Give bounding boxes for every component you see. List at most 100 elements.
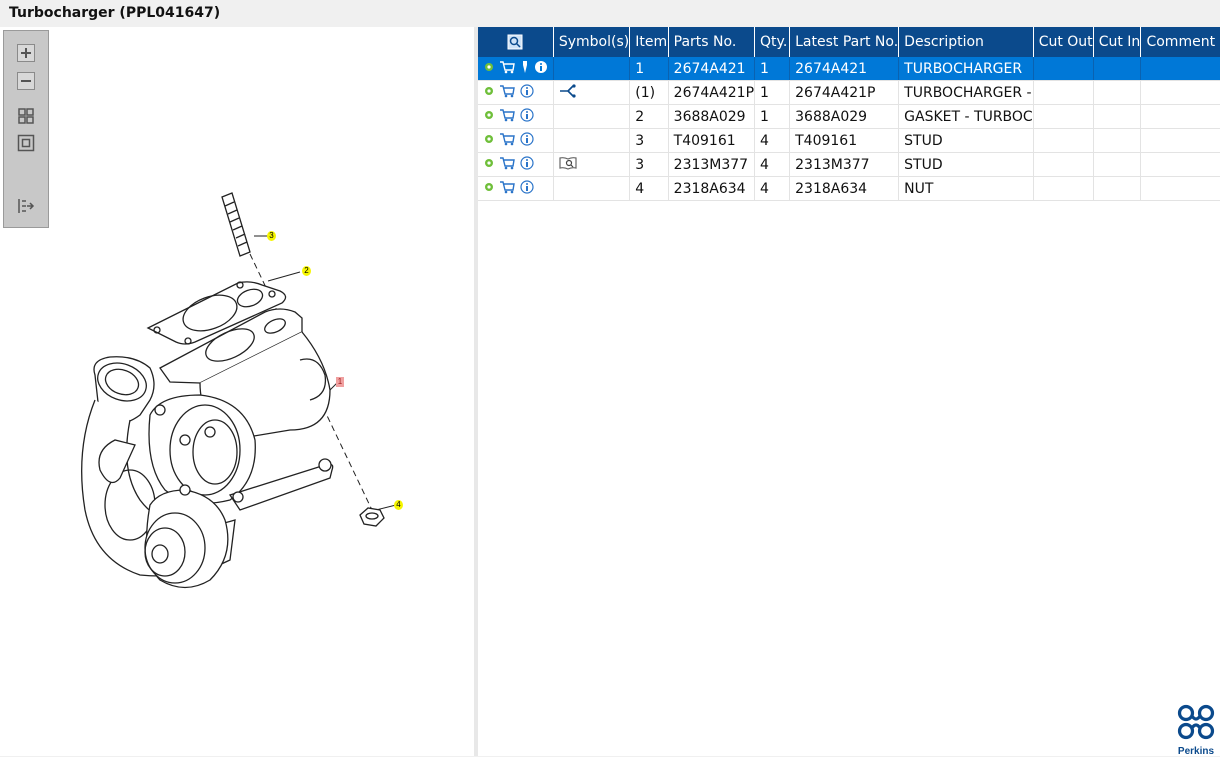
comment-cell xyxy=(1140,128,1220,153)
column-header-parts-no[interactable]: Parts No. xyxy=(668,27,756,57)
latest-part-cell: T409161 xyxy=(789,128,900,153)
perkins-wordmark: Perkins xyxy=(1177,746,1215,757)
cut-in-cell xyxy=(1093,152,1142,177)
symbol-cell xyxy=(553,152,631,177)
latest-part-cell: 2318A634 xyxy=(789,176,900,201)
comment-cell xyxy=(1140,104,1220,129)
symbol-cell xyxy=(553,176,631,201)
split-icon[interactable] xyxy=(559,83,577,102)
wrench-icon[interactable] xyxy=(520,60,530,78)
cut-out-cell xyxy=(1033,128,1094,153)
comment-cell xyxy=(1140,80,1220,105)
turbocharger-body xyxy=(81,308,334,589)
part-number-cell: 2674A421 xyxy=(668,57,756,81)
parts-table: Symbol(s) Item Parts No. Qty. Latest Par… xyxy=(478,27,1220,201)
symbol-cell xyxy=(553,80,631,105)
table-row[interactable]: 4 2318A634 4 2318A634 NUT xyxy=(478,176,1220,201)
perkins-logo: Perkins xyxy=(1176,704,1216,757)
info-icon[interactable] xyxy=(520,83,534,102)
info-icon[interactable] xyxy=(534,60,548,78)
part-number-cell: T409161 xyxy=(668,128,756,153)
info-icon[interactable] xyxy=(520,155,534,174)
perkins-logo-icon xyxy=(1177,704,1215,740)
latest-part-cell: 2674A421P xyxy=(789,80,900,105)
cart-icon[interactable] xyxy=(499,108,516,126)
row-actions xyxy=(478,57,554,81)
item-cell: 3 xyxy=(629,152,669,177)
description-cell: STUD xyxy=(898,128,1034,153)
cut-in-cell xyxy=(1093,57,1142,81)
cart-icon[interactable] xyxy=(499,84,516,102)
gear-icon[interactable] xyxy=(483,181,495,197)
cart-icon[interactable] xyxy=(499,156,516,174)
nut-part xyxy=(359,507,385,527)
cart-icon[interactable] xyxy=(499,180,516,198)
gear-icon[interactable] xyxy=(483,109,495,125)
turbocharger-exploded-diagram xyxy=(81,192,397,589)
callout-4[interactable]: 4 xyxy=(394,500,403,510)
latest-part-cell: 3688A029 xyxy=(789,104,900,129)
column-header-actions[interactable] xyxy=(478,27,554,57)
column-header-symbols[interactable]: Symbol(s) xyxy=(553,27,631,57)
gear-icon[interactable] xyxy=(483,157,495,173)
description-cell: TURBOCHARGER - xyxy=(898,80,1034,105)
qty-cell: 1 xyxy=(754,104,791,129)
part-number-cell: 2313M377 xyxy=(668,152,756,177)
part-number-cell: 2318A634 xyxy=(668,176,756,201)
column-header-description[interactable]: Description xyxy=(898,27,1034,57)
latest-part-cell: 2313M377 xyxy=(789,152,900,177)
description-cell: TURBOCHARGER xyxy=(898,57,1034,81)
book-search-icon[interactable] xyxy=(559,156,577,174)
symbol-cell xyxy=(553,128,631,153)
table-row[interactable]: 3 T409161 4 T409161 STUD xyxy=(478,128,1220,153)
table-row[interactable]: 2 3688A029 1 3688A029 GASKET - TURBOC xyxy=(478,104,1220,129)
callout-1[interactable]: 1 xyxy=(336,377,344,387)
table-row[interactable]: (1) 2674A421P 1 2674A421P TURBOCHARGER - xyxy=(478,80,1220,105)
column-header-qty[interactable]: Qty. xyxy=(754,27,791,57)
gear-icon[interactable] xyxy=(483,61,495,77)
table-row[interactable]: 1 2674A421 1 2674A421 TURBOCHARGER xyxy=(478,57,1220,81)
qty-cell: 1 xyxy=(754,57,791,81)
column-header-cut-out[interactable]: Cut Out xyxy=(1033,27,1094,57)
symbol-cell xyxy=(553,104,631,129)
part-number-cell: 3688A029 xyxy=(668,104,756,129)
comment-cell xyxy=(1140,57,1220,81)
table-header-row: Symbol(s) Item Parts No. Qty. Latest Par… xyxy=(478,27,1220,57)
row-actions xyxy=(478,80,554,105)
callout-3[interactable]: 3 xyxy=(267,231,276,241)
info-icon[interactable] xyxy=(520,131,534,150)
cart-icon[interactable] xyxy=(499,132,516,150)
gear-icon[interactable] xyxy=(483,133,495,149)
comment-cell xyxy=(1140,176,1220,201)
comment-cell xyxy=(1140,152,1220,177)
column-header-item[interactable]: Item xyxy=(629,27,669,57)
search-part-icon xyxy=(507,34,523,50)
column-header-cut-in[interactable]: Cut In xyxy=(1093,27,1142,57)
cart-icon[interactable] xyxy=(499,60,516,78)
callout-2[interactable]: 2 xyxy=(302,266,311,276)
qty-cell: 4 xyxy=(754,152,791,177)
diagram-pane[interactable]: 3 2 1 4 xyxy=(0,27,475,756)
row-actions xyxy=(478,128,554,153)
gear-icon[interactable] xyxy=(483,85,495,101)
qty-cell: 1 xyxy=(754,80,791,105)
info-icon[interactable] xyxy=(520,107,534,126)
column-header-latest-part-no[interactable]: Latest Part No. xyxy=(789,27,900,57)
cut-in-cell xyxy=(1093,176,1142,201)
cut-in-cell xyxy=(1093,80,1142,105)
part-number-cell: 2674A421P xyxy=(668,80,756,105)
row-actions xyxy=(478,104,554,129)
info-icon[interactable] xyxy=(520,179,534,198)
item-cell: 2 xyxy=(629,104,669,129)
cut-out-cell xyxy=(1033,104,1094,129)
table-row[interactable]: 3 2313M377 4 2313M377 STUD xyxy=(478,152,1220,177)
title-bar: Turbocharger (PPL041647) xyxy=(0,0,1220,27)
description-cell: NUT xyxy=(898,176,1034,201)
parts-list-pane: Symbol(s) Item Parts No. Qty. Latest Par… xyxy=(478,27,1220,757)
qty-cell: 4 xyxy=(754,128,791,153)
column-header-comment[interactable]: Comment xyxy=(1140,27,1220,57)
symbol-cell xyxy=(553,57,631,81)
cut-in-cell xyxy=(1093,128,1142,153)
cut-out-cell xyxy=(1033,80,1094,105)
latest-part-cell: 2674A421 xyxy=(789,57,900,81)
